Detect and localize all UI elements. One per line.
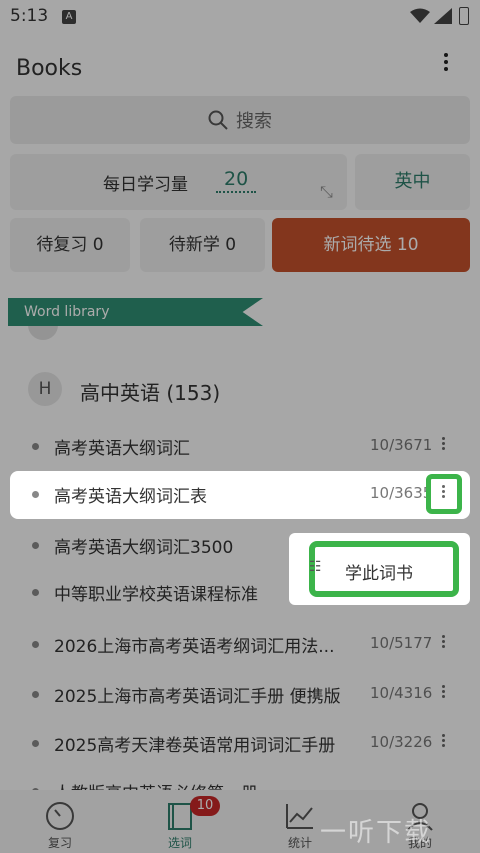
tab-review[interactable]: 复习: [0, 790, 120, 853]
status-bar: 5:13 A: [0, 0, 480, 34]
group-title: 高中英语 (153): [80, 381, 221, 405]
menu-item-label: 学此词书: [345, 564, 413, 584]
book-icon: ☷: [309, 559, 322, 575]
book-count: 10/3226: [370, 733, 433, 751]
more-options-icon[interactable]: [440, 50, 452, 76]
study-this-book-menu-item[interactable]: ☷ 学此词书: [309, 541, 459, 597]
book-name: 2025高考天津卷英语常用词词汇手册: [54, 736, 336, 756]
word-library-ribbon: Word library: [8, 298, 263, 326]
bullet: [32, 491, 39, 498]
search-label: 搜索: [236, 111, 272, 132]
daily-amount-panel[interactable]: 每日学习量 20 ⤡: [10, 154, 347, 210]
book-name: 中等职业学校英语课程标准: [54, 585, 258, 605]
book-count: 10/3635: [370, 484, 433, 502]
new-words-select-button[interactable]: 新词待选 10: [272, 218, 470, 272]
daily-amount-value[interactable]: 20: [216, 168, 257, 193]
bullet: [32, 542, 39, 549]
wifi-icon: [410, 8, 430, 23]
watermark: 一听下载: [320, 818, 433, 848]
tab-label: 选词: [167, 836, 192, 850]
book-count: 10/5177: [370, 634, 433, 652]
review-pending-button[interactable]: 待复习 0: [10, 218, 130, 272]
signal-icon: [434, 8, 452, 24]
context-menu: ☷ 学此词书: [289, 533, 470, 605]
book-more-icon[interactable]: [440, 435, 446, 457]
battery-icon: [459, 7, 469, 25]
book-row[interactable]: 人教版高中英语必修第一册: [10, 768, 470, 790]
book-count: 10/4316: [370, 684, 433, 702]
bullet: [32, 740, 39, 747]
tab-select-words[interactable]: 选词: [120, 790, 240, 853]
status-time: 5:13: [10, 6, 49, 26]
bullet: [32, 641, 39, 648]
new-pending-button[interactable]: 待新学 0: [140, 218, 265, 272]
book-row-highlighted[interactable]: 高考英语大纲词汇表 10/3635: [10, 471, 470, 519]
daily-amount-label: 每日学习量: [103, 175, 188, 195]
group-letter: H: [28, 372, 62, 406]
search-icon: [208, 110, 228, 130]
book-more-icon[interactable]: [440, 732, 446, 754]
bullet: [32, 443, 39, 450]
book-count: 10/3671: [370, 436, 433, 454]
expand-icon[interactable]: ⤡: [320, 182, 333, 202]
app-screen: 5:13 A Books 搜索 每日学习量 20 ⤡ 英中 待复习 0 待新学 …: [0, 0, 480, 853]
language-toggle[interactable]: 英中: [355, 154, 470, 210]
book-more-icon[interactable]: [440, 633, 446, 655]
book-name: 人教版高中英语必修第一册: [54, 779, 258, 790]
bullet: [32, 691, 39, 698]
book-row[interactable]: 2025高考天津卷英语常用词词汇手册 10/3226: [10, 720, 470, 766]
book-name: 2026上海市高考英语考纲词汇用法...: [54, 637, 335, 657]
book-name: 高考英语大纲词汇3500: [54, 538, 234, 558]
tab-label: 复习: [47, 836, 72, 850]
book-more-icon[interactable]: [440, 683, 446, 705]
clock-icon: [46, 802, 74, 830]
new-words-badge: 10: [190, 796, 220, 816]
chart-icon: [286, 804, 313, 829]
search-bar[interactable]: 搜索: [10, 96, 470, 144]
book-row[interactable]: 2025上海市高考英语词汇手册 便携版 10/4316: [10, 671, 470, 717]
page-title: Books: [16, 56, 83, 81]
highlight-frame: [426, 474, 462, 514]
notification-icon: A: [62, 10, 76, 24]
book-row[interactable]: 2026上海市高考英语考纲词汇用法... 10/5177: [10, 621, 470, 667]
bullet: [32, 589, 39, 596]
book-row[interactable]: 高考英语大纲词汇 10/3671: [10, 423, 470, 469]
book-name: 2025上海市高考英语词汇手册 便携版: [54, 687, 341, 707]
book-name: 高考英语大纲词汇表: [54, 487, 207, 507]
book-name: 高考英语大纲词汇: [54, 439, 190, 459]
